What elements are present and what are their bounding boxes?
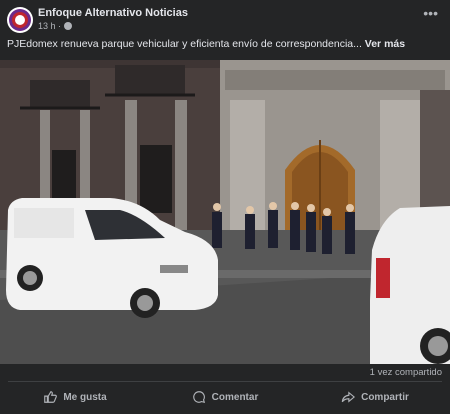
post-actions: Me gusta Comentar Compartir — [0, 383, 450, 411]
globe-icon — [64, 22, 73, 30]
comment-icon — [192, 391, 205, 404]
share-label: Compartir — [361, 391, 409, 403]
page-avatar[interactable] — [7, 7, 33, 33]
more-options-icon[interactable]: ••• — [423, 6, 438, 20]
post-meta: 13 h · — [38, 21, 73, 31]
page-name[interactable]: Enfoque Alternativo Noticias — [38, 7, 188, 19]
share-icon — [341, 391, 356, 403]
post-time[interactable]: 13 h · — [38, 21, 61, 31]
comment-label: Comentar — [211, 391, 259, 403]
see-more-link[interactable]: Ver más — [365, 38, 405, 50]
divider — [8, 381, 442, 382]
post-caption: PJEdomex renueva parque vehicular y efic… — [7, 38, 443, 50]
like-icon — [44, 391, 58, 403]
like-button[interactable]: Me gusta — [0, 383, 150, 411]
share-button[interactable]: Compartir — [300, 383, 450, 411]
comment-button[interactable]: Comentar — [150, 383, 300, 411]
caption-text: PJEdomex renueva parque vehicular y efic… — [7, 38, 365, 50]
share-count[interactable]: 1 vez compartido — [370, 367, 442, 378]
post-header: Enfoque Alternativo Noticias 13 h · ••• — [0, 0, 450, 36]
post-photo[interactable] — [0, 60, 450, 364]
like-label: Me gusta — [63, 391, 107, 403]
